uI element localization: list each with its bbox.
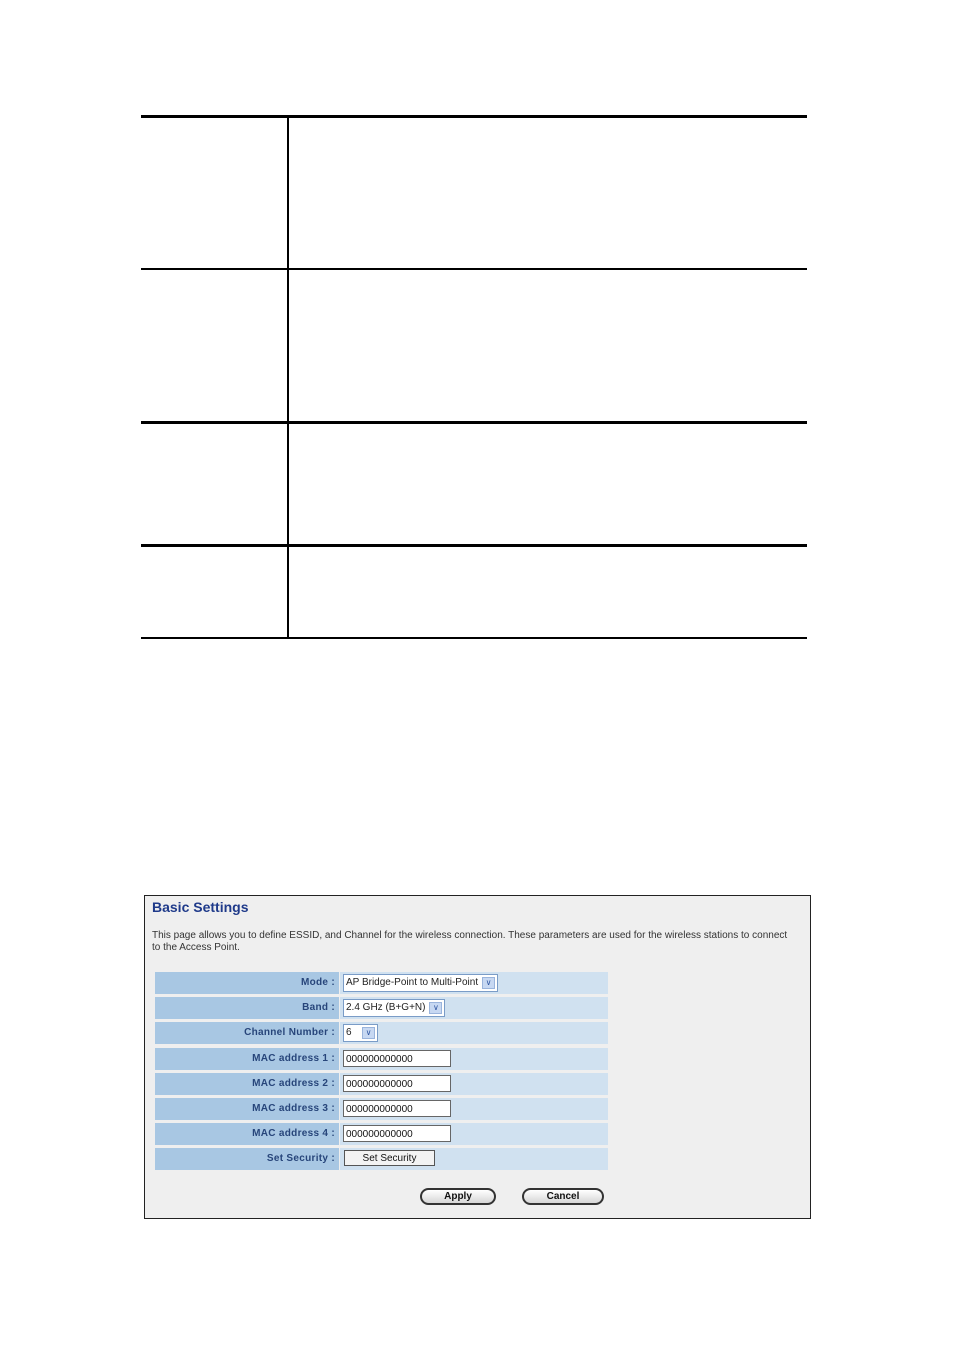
settings-form: Mode : AP Bridge-Point to Multi-Point ∨ B… [155,972,608,1174]
chevron-down-icon[interactable]: ∨ [362,1027,375,1040]
band-value: 2.4 GHz (B+G+N) [346,1002,426,1014]
table-rule [141,421,807,424]
set-security-button[interactable]: Set Security [344,1150,435,1167]
channel-row: Channel Number : 6 ∨ [155,1022,608,1045]
channel-label: Channel Number : [155,1022,339,1045]
apply-button[interactable]: Apply [420,1188,496,1205]
mac2-row: MAC address 2 : 000000000000 [155,1072,608,1095]
table-rule [141,268,807,270]
mac-address-1-input[interactable]: 000000000000 [343,1049,451,1067]
band-select[interactable]: 2.4 GHz (B+G+N) ∨ [343,999,446,1018]
mac2-label: MAC address 2 : [155,1072,339,1095]
mac1-label: MAC address 1 : [155,1047,339,1070]
security-label: Set Security : [155,1148,339,1171]
table-column-divider [287,115,289,639]
empty-description-table [141,115,807,639]
table-rule [141,544,807,547]
mac-address-3-input[interactable]: 000000000000 [343,1099,451,1117]
mac1-row: MAC address 1 : 000000000000 [155,1047,608,1070]
mac3-label: MAC address 3 : [155,1097,339,1120]
channel-select[interactable]: 6 ∨ [343,1024,378,1043]
page-title: Basic Settings [152,899,249,915]
mac-address-2-input[interactable]: 000000000000 [343,1074,451,1092]
table-rule [141,115,807,118]
mac3-row: MAC address 3 : 000000000000 [155,1097,608,1120]
cancel-button[interactable]: Cancel [522,1188,604,1205]
mac4-label: MAC address 4 : [155,1123,339,1146]
mode-row: Mode : AP Bridge-Point to Multi-Point ∨ [155,972,608,994]
mode-label: Mode : [155,972,339,994]
channel-value: 6 [346,1027,352,1039]
mode-select[interactable]: AP Bridge-Point to Multi-Point ∨ [343,974,499,992]
mac4-row: MAC address 4 : 000000000000 [155,1123,608,1146]
band-row: Band : 2.4 GHz (B+G+N) ∨ [155,997,608,1020]
mode-value: AP Bridge-Point to Multi-Point [346,977,479,988]
page-description: This page allows you to define ESSID, an… [152,930,788,953]
table-rule [141,637,807,639]
chevron-down-icon[interactable]: ∨ [429,1002,443,1015]
chevron-down-icon[interactable]: ∨ [482,977,496,989]
security-row: Set Security : Set Security [155,1148,608,1171]
band-label: Band : [155,997,339,1020]
mac-address-4-input[interactable]: 000000000000 [343,1125,451,1143]
basic-settings-panel: Basic Settings This page allows you to d… [144,895,811,1219]
